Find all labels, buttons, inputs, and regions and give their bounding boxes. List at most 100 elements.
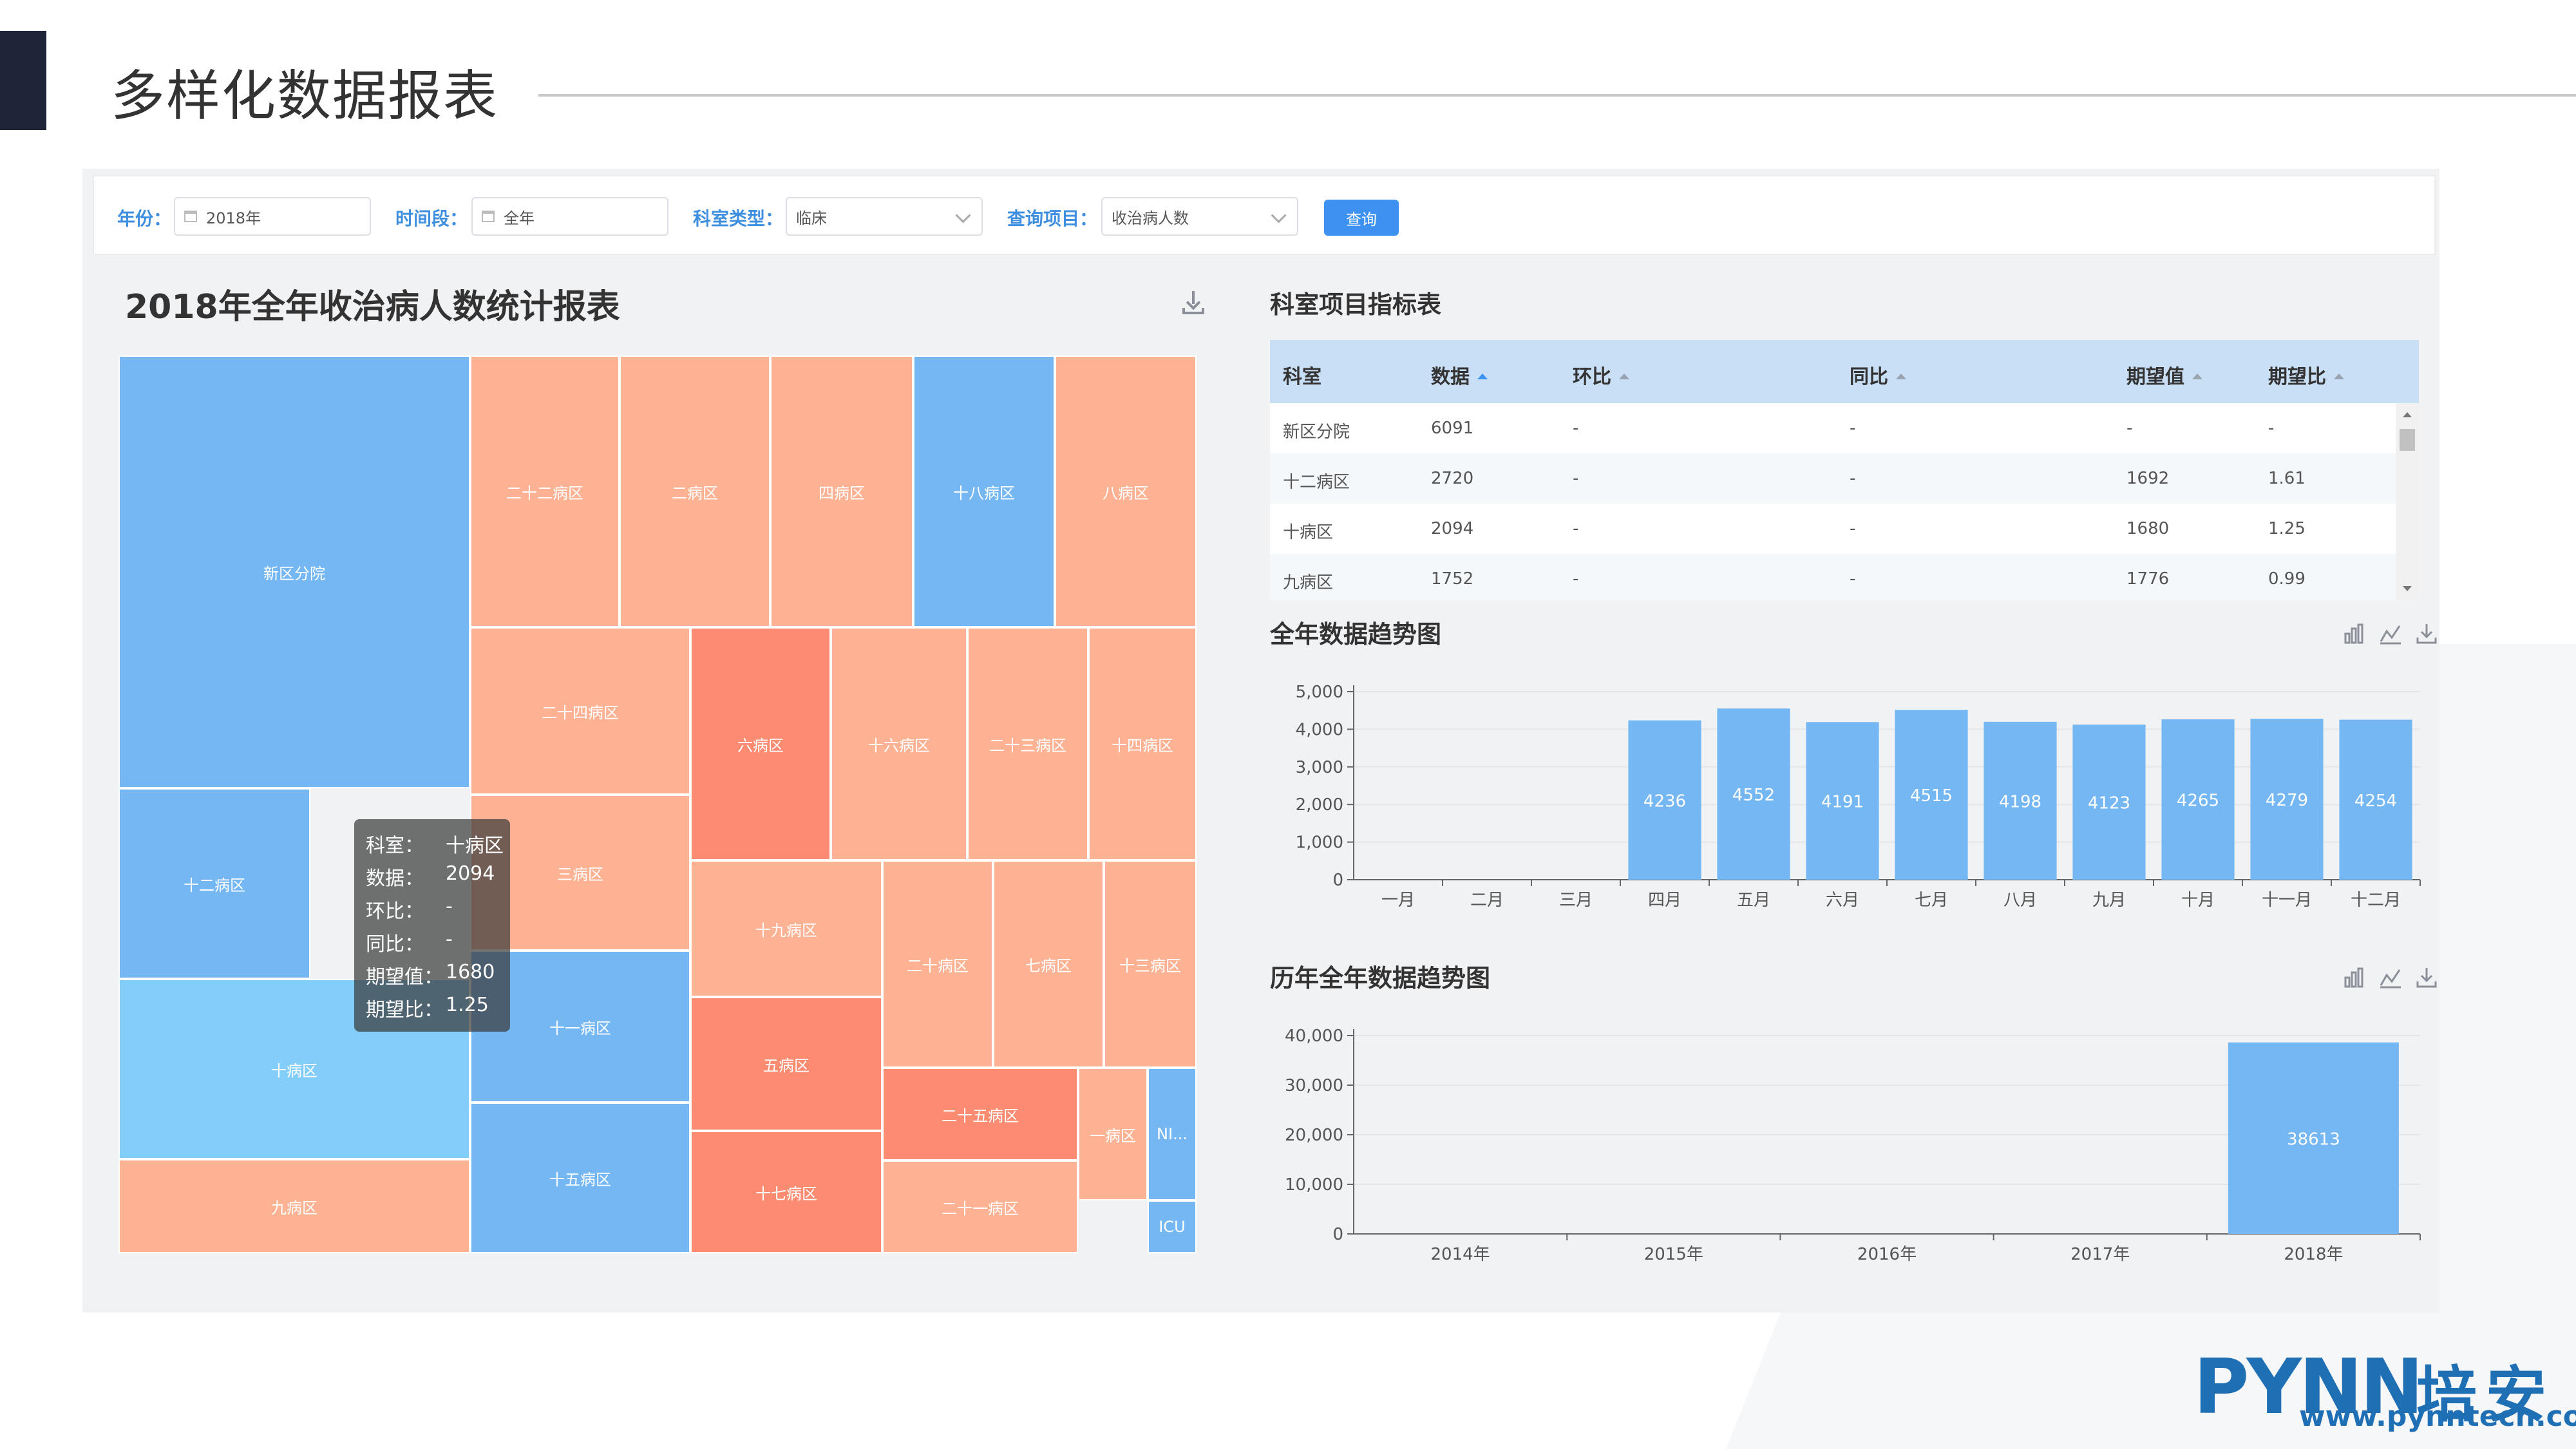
tooltip-key: 期望比：: [366, 999, 443, 1021]
bar-data-label: 4265: [2177, 791, 2219, 810]
x-tick-label: 六月: [1826, 891, 1859, 910]
table-row[interactable]: 十病区 2094- -1680 1.25: [1270, 504, 2396, 554]
title-divider: [538, 94, 2576, 97]
y-tick-label: 1,000: [1296, 833, 1343, 853]
treemap-cell[interactable]: 六病区: [690, 627, 831, 860]
x-tick-label: 2018年: [2284, 1245, 2343, 1264]
treemap-cell[interactable]: 四病区: [770, 355, 913, 627]
column-header-sortable[interactable]: 同比: [1850, 361, 1906, 389]
treemap-cell[interactable]: ICU: [1148, 1200, 1197, 1253]
download-icon[interactable]: [2415, 966, 2438, 989]
column-header-sortable[interactable]: 数据: [1431, 361, 1488, 389]
scroll-up-icon[interactable]: [2403, 412, 2412, 417]
x-tick-label: 五月: [1737, 891, 1770, 910]
dept-type-label: 科室类型：: [693, 208, 784, 229]
treemap-chart: 新区分院 十二病区 十病区九病区 二十二病区 二病区 四病区 十八病区 八病区二十四病区 六病区…: [118, 355, 1197, 1253]
treemap-cell[interactable]: 七病区: [993, 860, 1104, 1068]
table-row[interactable]: 十二病区 2720- -1692 1.61: [1270, 453, 2396, 504]
sort-icon: [1477, 374, 1488, 379]
bar-chart-icon[interactable]: [2343, 966, 2366, 989]
treemap-cell[interactable]: 二十一病区: [882, 1160, 1078, 1253]
treemap-cell[interactable]: 二病区: [620, 355, 770, 627]
tooltip-value: 2094: [446, 862, 495, 885]
bar-chart-icon[interactable]: [2343, 622, 2366, 645]
year-picker[interactable]: 2018年: [174, 197, 371, 236]
title-accent-bar: [0, 31, 46, 130]
report-title: 2018年全年收治病人数统计报表: [125, 288, 620, 327]
treemap-cell[interactable]: 二十四病区: [470, 627, 690, 795]
tooltip-value: 1680: [446, 961, 495, 983]
treemap-cell[interactable]: 二十五病区: [882, 1068, 1078, 1160]
indicator-table: 科室 数据 环比 同比 期望值 期望比 新区分院 6091- - - - 十二病区 272…: [1270, 340, 2419, 600]
tooltip-key: 环比：: [366, 900, 424, 923]
year-label: 年份：: [117, 208, 172, 229]
bar-data-label: 38613: [2287, 1130, 2340, 1149]
y-tick-label: 4,000: [1296, 720, 1343, 739]
y-tick-label: 30,000: [1285, 1076, 1343, 1095]
treemap-cell[interactable]: 二十病区: [882, 860, 993, 1068]
monthly-bar-chart: 0 1,000 2,000 3,000 4,000 5,000 一月 二月 三月 4236 四月 45…: [1296, 683, 2421, 910]
treemap-cell[interactable]: 十五病区: [470, 1103, 690, 1253]
bar-data-label: 4552: [1732, 786, 1775, 805]
y-tick-label: 3,000: [1296, 758, 1343, 777]
query-button[interactable]: 查询: [1324, 200, 1399, 236]
treemap-cell[interactable]: 九病区: [118, 1159, 470, 1253]
bar-data-label: 4123: [2088, 794, 2130, 813]
treemap-cell[interactable]: 十二病区: [118, 788, 310, 979]
x-tick-label: 七月: [1915, 891, 1948, 910]
column-header-sortable[interactable]: 环比: [1573, 361, 1629, 389]
treemap-cell[interactable]: 新区分院: [118, 355, 470, 788]
treemap-cell[interactable]: 十八病区: [913, 355, 1055, 627]
treemap-cell[interactable]: 二十三病区: [967, 627, 1088, 860]
treemap-cell[interactable]: 五病区: [690, 997, 882, 1131]
scroll-down-icon[interactable]: [2403, 586, 2412, 591]
chevron-down-icon: [955, 207, 971, 223]
treemap-cell[interactable]: 十四病区: [1088, 627, 1197, 860]
x-tick-label: 一月: [1381, 891, 1415, 910]
bar-data-label: 4279: [2266, 791, 2308, 810]
tooltip-key: 数据：: [366, 867, 424, 890]
treemap-cell[interactable]: NI...: [1148, 1068, 1197, 1200]
y-tick-label: 20,000: [1285, 1126, 1343, 1145]
dept-type-select[interactable]: 临床: [786, 197, 983, 236]
indicator-table-title: 科室项目指标表: [1270, 290, 1442, 319]
period-value: 全年: [504, 209, 535, 227]
brand-url: www.pynntech.com: [2299, 1400, 2576, 1433]
table-row[interactable]: 新区分院 6091- - - -: [1270, 403, 2396, 453]
calendar-icon: [184, 211, 197, 222]
treemap-cell[interactable]: 二十二病区: [470, 355, 620, 627]
line-chart-icon[interactable]: [2379, 622, 2402, 645]
column-header-sortable[interactable]: 期望值: [2126, 361, 2202, 389]
table-scrollbar[interactable]: [2396, 403, 2419, 600]
period-picker[interactable]: 全年: [471, 197, 668, 236]
table-row[interactable]: 九病区 1752- -1776 0.99: [1270, 554, 2396, 600]
download-icon[interactable]: [2415, 622, 2438, 645]
yearly-chart-title: 历年全年数据趋势图: [1270, 964, 1491, 992]
y-tick-label: 40,000: [1285, 1027, 1343, 1046]
treemap-cell[interactable]: 十六病区: [831, 627, 967, 860]
x-tick-label: 八月: [2003, 891, 2037, 910]
line-chart-icon[interactable]: [2379, 966, 2402, 989]
treemap-cell[interactable]: 十九病区: [690, 860, 882, 997]
scrollbar-thumb[interactable]: [2400, 429, 2415, 451]
treemap-cell[interactable]: 十三病区: [1104, 860, 1197, 1068]
tooltip-key: 同比：: [366, 933, 424, 956]
x-tick-label: 十二月: [2351, 891, 2401, 910]
x-tick-label: 十一月: [2262, 891, 2312, 910]
calendar-icon: [482, 211, 495, 222]
treemap-cell[interactable]: 八病区: [1055, 355, 1197, 627]
y-tick-label: 10,000: [1285, 1175, 1343, 1195]
column-header-sortable[interactable]: 期望比: [2268, 361, 2344, 389]
dept-type-value: 临床: [796, 209, 827, 227]
y-tick-label: 5,000: [1296, 683, 1343, 702]
tooltip-value: 十病区: [446, 835, 504, 857]
treemap-cell[interactable]: 十七病区: [690, 1131, 882, 1253]
y-tick-label: 0: [1332, 1225, 1343, 1244]
query-item-select[interactable]: 收治病人数: [1101, 197, 1298, 236]
treemap-cell[interactable]: 一病区: [1078, 1068, 1148, 1200]
download-icon[interactable]: [1182, 290, 1204, 314]
y-tick-label: 0: [1332, 871, 1343, 890]
x-tick-label: 九月: [2092, 891, 2126, 910]
tooltip-key: 期望值：: [366, 966, 443, 989]
sort-icon: [2192, 374, 2202, 379]
